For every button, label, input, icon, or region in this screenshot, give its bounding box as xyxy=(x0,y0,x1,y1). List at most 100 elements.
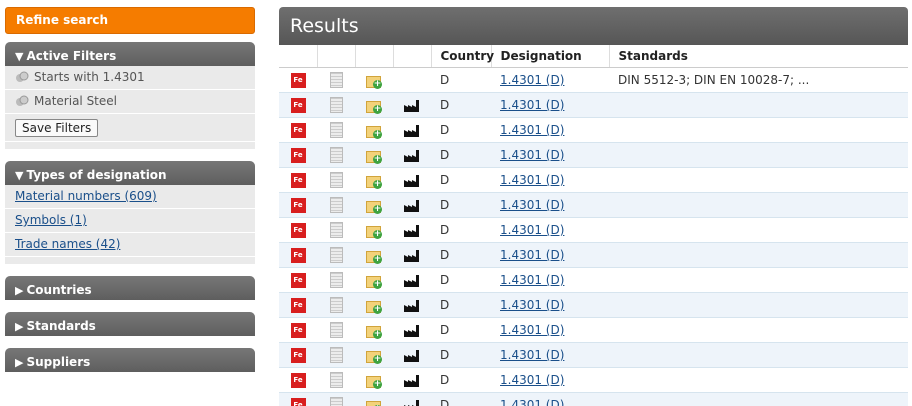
fe-material-icon[interactable]: Fe xyxy=(290,197,306,213)
material-numbers-link[interactable]: Material numbers (609) xyxy=(15,189,157,203)
designation-link[interactable]: 1.4301 (D) xyxy=(500,298,564,312)
designation-link[interactable]: 1.4301 (D) xyxy=(500,73,564,87)
fe-material-icon[interactable]: Fe xyxy=(290,272,306,288)
countries-panel: ▶ Countries xyxy=(5,276,255,300)
factory-icon[interactable] xyxy=(404,249,420,262)
factory-icon[interactable] xyxy=(404,399,420,406)
add-to-folder-icon[interactable] xyxy=(366,274,382,289)
fe-material-icon[interactable]: Fe xyxy=(290,247,306,263)
fe-material-icon[interactable]: Fe xyxy=(290,297,306,313)
triangle-down-icon: ▼ xyxy=(15,169,24,182)
designation-link[interactable]: 1.4301 (D) xyxy=(500,198,564,212)
add-to-folder-icon[interactable] xyxy=(366,199,382,214)
standards-panel: ▶ Standards xyxy=(5,312,255,336)
table-row: Fe D 1.4301 (D) xyxy=(279,267,908,293)
suppliers-header[interactable]: ▶ Suppliers xyxy=(5,348,255,372)
active-filters-header[interactable]: ▼ Active Filters xyxy=(5,42,255,66)
factory-icon[interactable] xyxy=(404,374,420,387)
triangle-right-icon: ▶ xyxy=(15,356,24,369)
add-to-folder-icon[interactable] xyxy=(366,99,382,114)
document-icon[interactable] xyxy=(329,197,343,213)
designation-link[interactable]: 1.4301 (D) xyxy=(500,248,564,262)
document-icon[interactable] xyxy=(329,72,343,88)
fe-material-icon[interactable]: Fe xyxy=(290,222,306,238)
designation-link[interactable]: 1.4301 (D) xyxy=(500,348,564,362)
fe-material-icon[interactable]: Fe xyxy=(290,322,306,338)
add-to-folder-icon[interactable] xyxy=(366,374,382,389)
factory-icon[interactable] xyxy=(404,99,420,112)
factory-icon[interactable] xyxy=(404,174,420,187)
fe-material-icon[interactable]: Fe xyxy=(290,347,306,363)
active-filter-item[interactable]: Starts with 1.4301 xyxy=(5,66,255,90)
filter-icon xyxy=(16,95,29,106)
add-to-folder-icon[interactable] xyxy=(366,224,382,239)
designation-link[interactable]: 1.4301 (D) xyxy=(500,273,564,287)
designation-link[interactable]: 1.4301 (D) xyxy=(500,98,564,112)
save-filters-button[interactable]: Save Filters xyxy=(15,119,99,137)
factory-icon[interactable] xyxy=(404,274,420,287)
designation-link[interactable]: 1.4301 (D) xyxy=(500,373,564,387)
standards-header[interactable]: ▶ Standards xyxy=(5,312,255,336)
add-to-folder-icon[interactable] xyxy=(366,124,382,139)
factory-icon[interactable] xyxy=(404,224,420,237)
designation-link[interactable]: 1.4301 (D) xyxy=(500,223,564,237)
document-icon[interactable] xyxy=(329,397,343,406)
add-to-folder-icon[interactable] xyxy=(366,74,382,89)
standards-cell xyxy=(609,342,908,368)
column-header-standards[interactable]: Standards xyxy=(609,45,908,68)
factory-icon[interactable] xyxy=(404,324,420,337)
document-icon[interactable] xyxy=(329,297,343,313)
add-to-folder-icon[interactable] xyxy=(366,299,382,314)
add-to-folder-icon[interactable] xyxy=(366,174,382,189)
symbols-link[interactable]: Symbols (1) xyxy=(15,213,87,227)
standards-cell xyxy=(609,217,908,243)
column-header-designation[interactable]: Designation xyxy=(491,45,610,68)
fe-material-icon[interactable]: Fe xyxy=(290,372,306,388)
fe-material-icon[interactable]: Fe xyxy=(290,122,306,138)
add-to-folder-icon[interactable] xyxy=(366,149,382,164)
factory-icon[interactable] xyxy=(404,124,420,137)
document-icon[interactable] xyxy=(329,172,343,188)
active-filters-panel: ▼ Active Filters Starts with 1.4301 Mater… xyxy=(5,42,255,149)
active-filter-item[interactable]: Material Steel xyxy=(5,90,255,114)
document-icon[interactable] xyxy=(329,222,343,238)
factory-icon[interactable] xyxy=(404,149,420,162)
document-icon[interactable] xyxy=(329,322,343,338)
column-header-country[interactable]: Country xyxy=(431,45,494,68)
add-to-folder-icon[interactable] xyxy=(366,324,382,339)
fe-material-icon[interactable]: Fe xyxy=(290,97,306,113)
fe-material-icon[interactable]: Fe xyxy=(290,147,306,163)
factory-icon[interactable] xyxy=(404,299,420,312)
document-icon[interactable] xyxy=(329,347,343,363)
filter-icon xyxy=(16,71,29,82)
trade-names-link[interactable]: Trade names (42) xyxy=(15,237,120,251)
table-row: Fe D 1.4301 (D) xyxy=(279,117,908,143)
add-to-folder-icon[interactable] xyxy=(366,349,382,364)
factory-icon[interactable] xyxy=(404,349,420,362)
designation-link[interactable]: 1.4301 (D) xyxy=(500,173,564,187)
country-cell: D xyxy=(431,342,491,368)
types-of-designation-header[interactable]: ▼ Types of designation xyxy=(5,161,255,185)
document-icon[interactable] xyxy=(329,97,343,113)
add-to-folder-icon[interactable] xyxy=(366,399,382,406)
designation-link[interactable]: 1.4301 (D) xyxy=(500,323,564,337)
document-icon[interactable] xyxy=(329,122,343,138)
factory-icon[interactable] xyxy=(404,199,420,212)
standards-cell xyxy=(609,192,908,218)
document-icon[interactable] xyxy=(329,372,343,388)
document-icon[interactable] xyxy=(329,247,343,263)
designation-link[interactable]: 1.4301 (D) xyxy=(500,123,564,137)
column-header xyxy=(279,45,318,68)
add-to-folder-icon[interactable] xyxy=(366,249,382,264)
designation-link[interactable]: 1.4301 (D) xyxy=(500,148,564,162)
countries-header[interactable]: ▶ Countries xyxy=(5,276,255,300)
designation-link[interactable]: 1.4301 (D) xyxy=(500,398,564,406)
document-icon[interactable] xyxy=(329,272,343,288)
refine-search-button[interactable]: Refine search xyxy=(5,7,255,34)
suppliers-panel: ▶ Suppliers xyxy=(5,348,255,372)
column-header xyxy=(317,45,356,68)
fe-material-icon[interactable]: Fe xyxy=(290,397,306,406)
fe-material-icon[interactable]: Fe xyxy=(290,172,306,188)
document-icon[interactable] xyxy=(329,147,343,163)
fe-material-icon[interactable]: Fe xyxy=(290,72,306,88)
